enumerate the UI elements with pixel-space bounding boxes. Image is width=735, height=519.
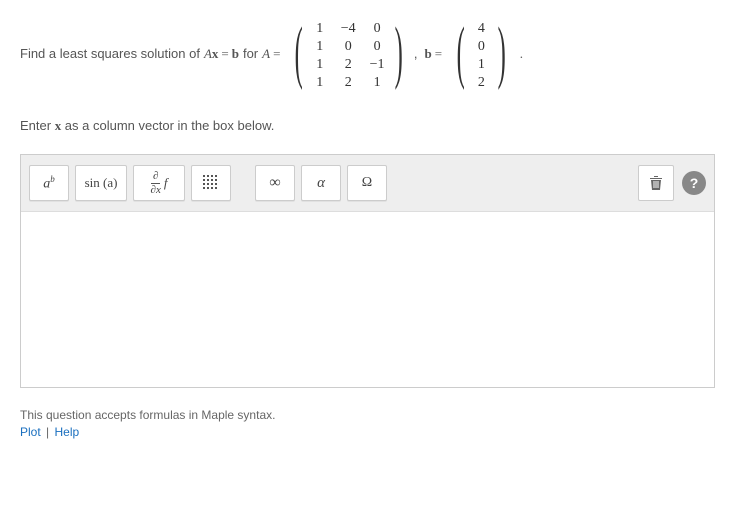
for-text: for (243, 44, 258, 64)
omega-button[interactable]: Ω (347, 165, 387, 201)
matrix-b: ( 4 0 1 2 ) (449, 18, 514, 90)
eq-3: = (432, 44, 445, 64)
var-A2: A (262, 44, 270, 64)
plot-link[interactable]: Plot (20, 425, 41, 439)
comma: , (414, 44, 418, 64)
question-prefix: Find a least squares solution of (20, 44, 200, 64)
derivative-button[interactable]: ∂ ∂x f (133, 165, 185, 201)
matrix-button[interactable] (191, 165, 231, 201)
matrix-A: ( 1−40 100 12−1 121 ) (287, 18, 409, 90)
instruction-text: Enter x as a column vector in the box be… (20, 118, 715, 134)
trash-icon (649, 175, 663, 191)
formula-input[interactable] (21, 212, 714, 387)
editor-help-button[interactable]: ? (682, 171, 706, 195)
function-button[interactable]: sin (a) (75, 165, 127, 201)
link-separator: | (44, 425, 51, 439)
infinity-button[interactable]: ∞ (255, 165, 295, 201)
alpha-button[interactable]: α (301, 165, 341, 201)
question-statement: Find a least squares solution of A x = b… (20, 18, 715, 90)
eq-2: = (270, 44, 283, 64)
var-b2: b (425, 44, 432, 64)
grid-icon (203, 175, 219, 191)
equation-editor: ab sin (a) ∂ ∂x f ∞ α Ω (20, 154, 715, 388)
eq-1: = (218, 44, 231, 64)
help-link[interactable]: Help (55, 425, 80, 439)
superscript-button[interactable]: ab (29, 165, 69, 201)
footer-links: Plot | Help (20, 425, 715, 439)
clear-button[interactable] (638, 165, 674, 201)
syntax-note: This question accepts formulas in Maple … (20, 408, 715, 422)
editor-toolbar: ab sin (a) ∂ ∂x f ∞ α Ω (21, 155, 714, 212)
question-mark-icon: ? (690, 175, 699, 191)
period: . (518, 44, 523, 64)
var-b: b (232, 44, 239, 64)
var-A: A (204, 44, 212, 64)
